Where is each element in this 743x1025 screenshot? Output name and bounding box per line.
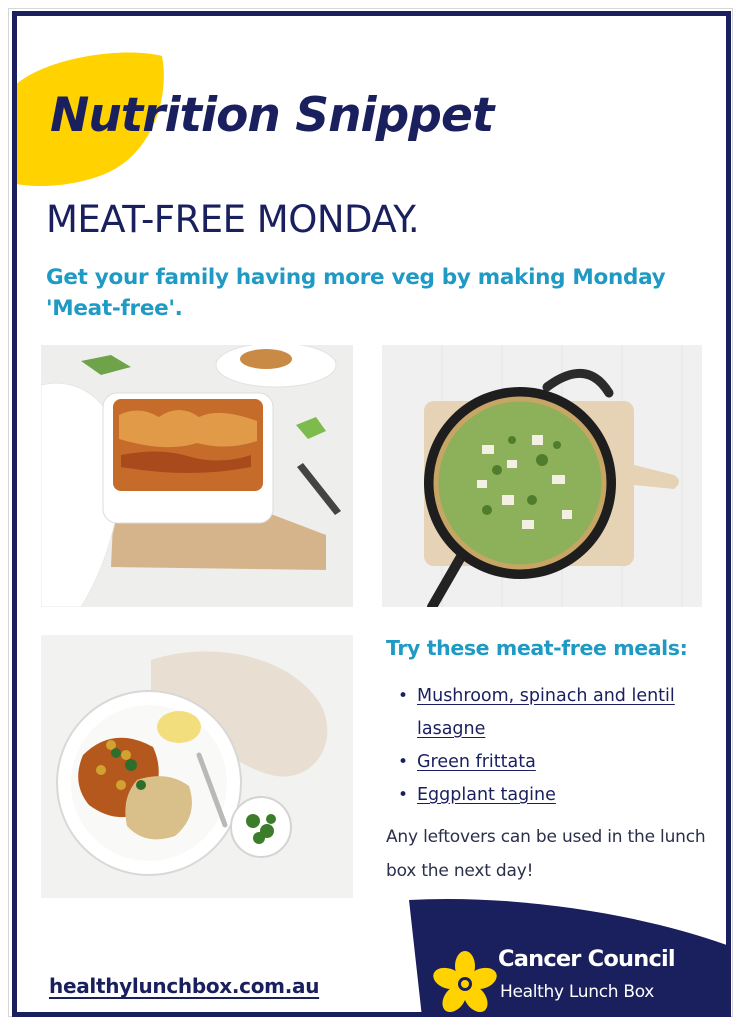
bullet: • — [398, 752, 409, 772]
meal-link-frittata[interactable]: Green frittata — [417, 752, 536, 772]
brand-name: Cancer Council — [498, 946, 676, 972]
website-link[interactable]: healthylunchbox.com.au — [49, 974, 319, 998]
list-item: • Eggplant tagine — [387, 779, 717, 812]
brand-panel: Cancer Council Healthy Lunch Box — [405, 896, 726, 1012]
headline: MEAT-FREE MONDAY. — [46, 198, 420, 241]
tagine-photo — [41, 635, 353, 898]
leftovers-note: Any leftovers can be used in the lunch b… — [386, 827, 706, 881]
brand-subtitle: Healthy Lunch Box — [500, 982, 655, 1002]
meal-link-lasagne[interactable]: Mushroom, spinach and lentil lasagne — [417, 686, 675, 739]
frittata-photo — [382, 345, 702, 607]
poster: Nutrition Snippet MEAT-FREE MONDAY. Get … — [12, 11, 731, 1017]
subheading: Get your family having more veg by makin… — [46, 265, 666, 321]
lasagne-photo — [41, 345, 353, 607]
daffodil-icon — [433, 951, 497, 1012]
meal-link-tagine[interactable]: Eggplant tagine — [417, 785, 556, 805]
meals-heading: Try these meat-free meals: — [386, 636, 688, 660]
list-item: • Mushroom, spinach and lentil lasagne — [387, 680, 717, 746]
poster-title: Nutrition Snippet — [50, 88, 494, 143]
list-item: • Green frittata — [387, 746, 717, 779]
bullet: • — [398, 785, 409, 805]
meal-list: • Mushroom, spinach and lentil lasagne •… — [387, 680, 717, 812]
bullet: • — [398, 686, 409, 706]
